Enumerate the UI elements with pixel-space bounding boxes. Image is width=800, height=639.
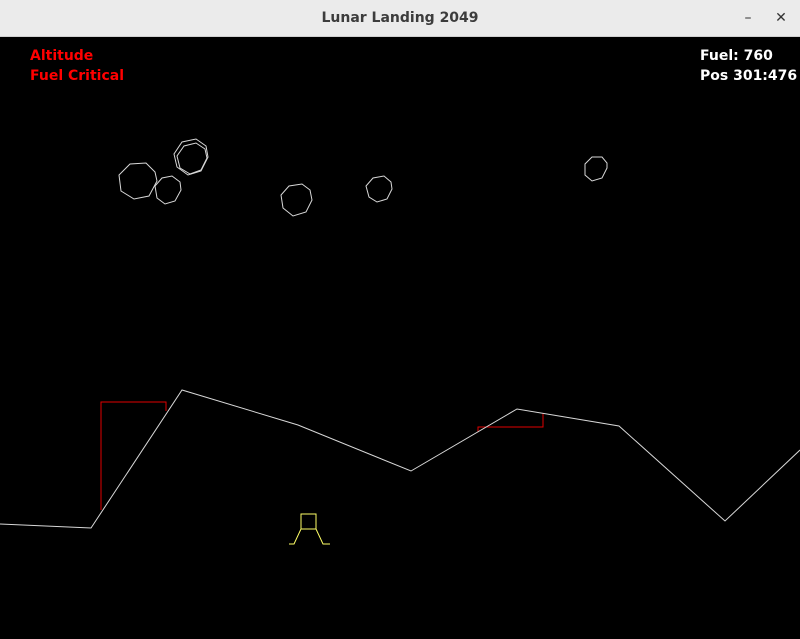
- position-readout: Pos 301:476: [700, 68, 798, 84]
- asteroid: [176, 142, 208, 175]
- asteroid: [280, 183, 313, 217]
- landing-pad: [100, 401, 167, 510]
- fuel-readout: Fuel: 760: [700, 48, 773, 64]
- asteroid: [584, 156, 608, 182]
- fuel-critical-warning: Fuel Critical: [30, 68, 125, 84]
- title-bar: Lunar Landing 2049 – ✕: [0, 0, 800, 37]
- game-scene: [0, 138, 800, 545]
- close-icon[interactable]: ✕: [769, 6, 793, 30]
- terrain: [0, 389, 800, 529]
- game-window: Lunar Landing 2049 – ✕ Altitude Fuel Cri…: [0, 0, 800, 639]
- lander-body: [300, 513, 317, 530]
- lander-right-leg: [315, 528, 330, 545]
- window-title: Lunar Landing 2049: [321, 10, 479, 26]
- lander-left-leg: [289, 528, 302, 545]
- asteroid: [365, 175, 393, 203]
- asteroid: [118, 162, 158, 200]
- asteroid: [154, 175, 182, 205]
- minimize-icon[interactable]: –: [736, 6, 760, 30]
- altitude-warning: Altitude: [30, 48, 94, 64]
- lander: [289, 513, 330, 545]
- landing-pad: [477, 413, 544, 432]
